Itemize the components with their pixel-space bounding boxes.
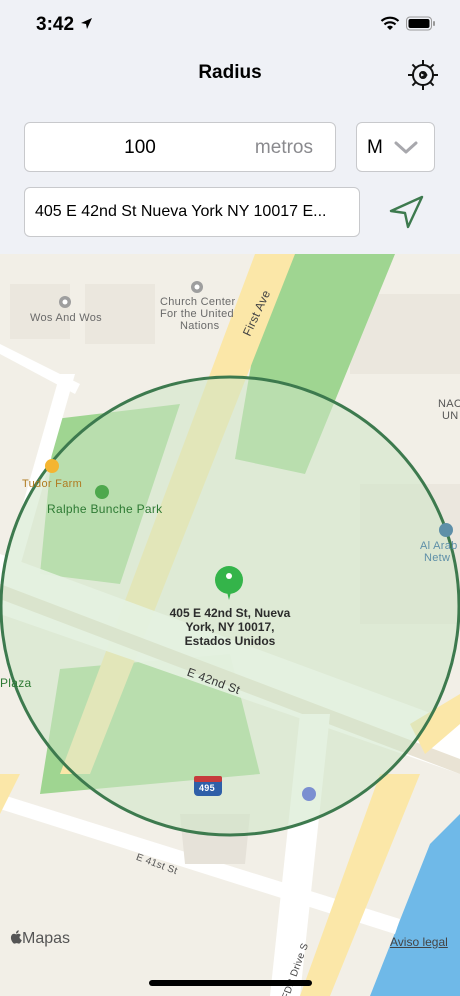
status-bar: 3:42 — [0, 0, 460, 50]
map-label-plaza: Plaza — [0, 676, 32, 690]
apple-logo-icon — [10, 930, 22, 944]
legal-link[interactable]: Aviso legal — [390, 935, 448, 949]
chevron-down-icon — [394, 141, 418, 154]
apple-maps-logo: Mapas — [10, 930, 70, 948]
pin-address-label: 405 E 42nd St, Nueva York, NY 10017, Est… — [169, 606, 291, 648]
map-label-al-arab: Al Arab — [420, 540, 458, 552]
location-arrow-icon — [81, 18, 92, 29]
map-label-tudor-farm: Tudor Farm — [22, 478, 83, 490]
battery-icon — [406, 16, 435, 31]
home-indicator — [149, 980, 312, 986]
highway-shield-label: 495 — [199, 783, 215, 793]
status-time: 3:42 — [36, 14, 75, 35]
map-label-netw: Netw — [424, 552, 451, 564]
radius-input[interactable]: 100 metros — [24, 122, 336, 172]
address-value: 405 E 42nd St Nueva York NY 10017 E... — [35, 203, 327, 220]
map-view[interactable]: Wos And Wos Church Center For the United… — [0, 254, 460, 996]
map-label-wos: Wos And Wos — [30, 312, 102, 324]
current-location-icon[interactable] — [386, 194, 426, 230]
settings-gear-icon[interactable] — [406, 58, 440, 92]
map-label-church: Nations — [180, 320, 220, 332]
wifi-icon — [380, 16, 400, 30]
radius-unit-label: metros — [254, 137, 313, 158]
radius-value: 100 — [124, 137, 156, 158]
unit-select[interactable]: M — [356, 122, 435, 172]
map-label-church: For the United — [160, 308, 234, 320]
map-label-park: Ralphe Bunche Park — [47, 502, 163, 516]
map-label-church: Church Center — [160, 296, 236, 308]
map-label-nac: NAC — [438, 398, 460, 410]
unit-select-value: M — [367, 137, 383, 158]
address-field[interactable]: 405 E 42nd St Nueva York NY 10017 E... — [24, 187, 360, 237]
page-title: Radius — [198, 62, 262, 83]
map-label-un: UN — [442, 410, 459, 422]
